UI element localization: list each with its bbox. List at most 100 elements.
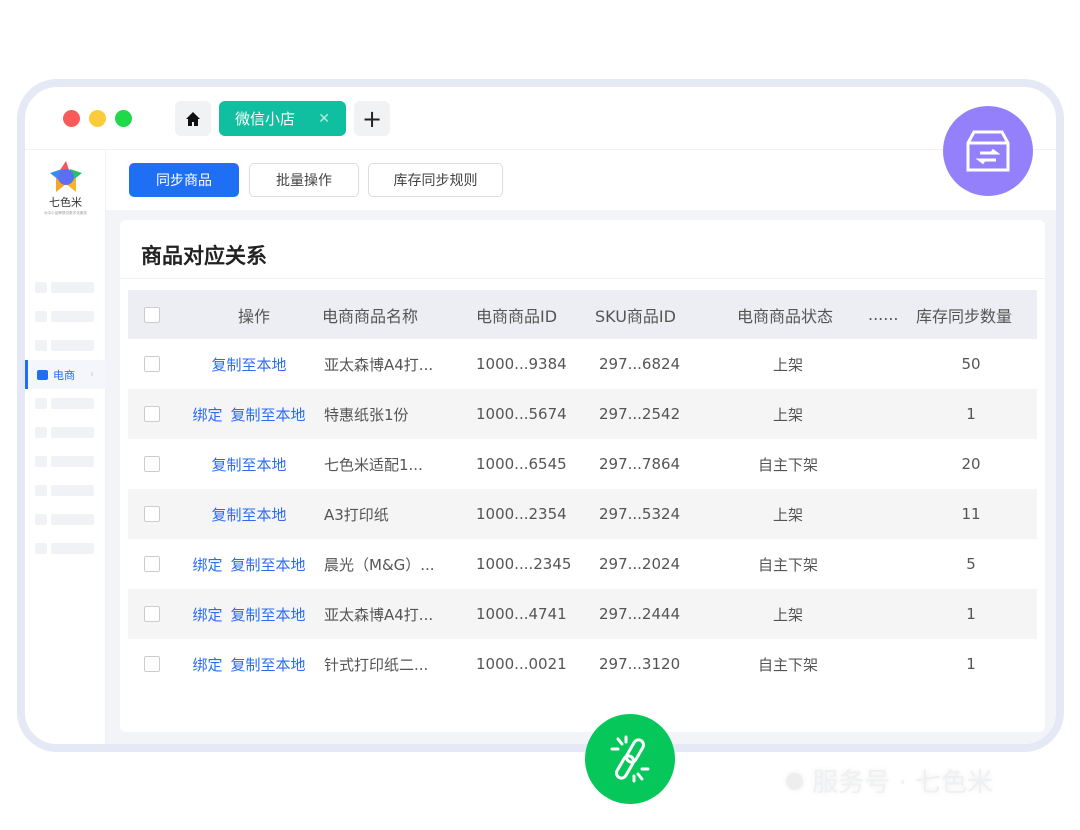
brand-name: 七色米: [49, 196, 82, 209]
product-name: 七色米适配1...: [324, 455, 423, 474]
inventory-sync-rules-button[interactable]: 库存同步规则: [368, 163, 503, 197]
wechat-icon: ●: [785, 768, 805, 793]
product-id: 1000...5674: [476, 405, 567, 423]
copy-to-local-link[interactable]: 复制至本地: [211, 504, 286, 525]
header-name: 电商商品名称: [322, 306, 419, 326]
box-swap-icon: [966, 130, 1010, 172]
minimize-window-button[interactable]: [89, 110, 106, 127]
row-actions: 绑定 复制至本地: [128, 389, 318, 439]
product-id: 1000...6545: [476, 455, 567, 473]
chevron-right-icon: ›: [90, 369, 94, 380]
sync-quantity: 1: [966, 655, 976, 673]
copy-to-local-link[interactable]: 复制至本地: [231, 654, 306, 675]
product-status: 上架: [772, 405, 803, 424]
copy-to-local-link[interactable]: 复制至本地: [231, 554, 306, 575]
watermark-text: 服务号 · 七色米: [812, 768, 993, 798]
product-id: 1000...9384: [476, 355, 567, 373]
link-badge: [585, 714, 675, 804]
title-bar: 微信小店 ✕ +: [25, 87, 1056, 150]
header-status: 电商商品状态: [737, 306, 834, 326]
sku-id: 297...2024: [599, 555, 681, 573]
product-table: 操作 电商商品名称 电商商品ID SKU商品ID 电商商品状态 ...... 库…: [128, 290, 1037, 689]
header-more: ......: [868, 305, 899, 324]
sku-id: 297...2542: [599, 405, 681, 423]
product-status: 自主下架: [757, 555, 818, 574]
brand-tagline: 为中小品牌提供数字化服务: [43, 210, 88, 215]
product-name: 特惠纸张1份: [324, 405, 409, 424]
header-sku: SKU商品ID: [595, 306, 676, 326]
table-row: 复制至本地 A3打印纸 1000...2354 297...5324 上架 11: [128, 489, 1037, 539]
bind-link[interactable]: 绑定: [192, 654, 222, 675]
sync-products-button[interactable]: 同步商品: [129, 163, 239, 197]
bind-link[interactable]: 绑定: [192, 554, 222, 575]
table-row: 绑定 复制至本地 针式打印纸二... 1000...0021 297...312…: [128, 639, 1037, 689]
copy-to-local-link[interactable]: 复制至本地: [211, 454, 286, 475]
product-name: 晨光（M&G）...: [324, 555, 435, 574]
app-window: 微信小店 ✕ + 七色米 为中小品牌提供数字化服务 电商 › 同步商品 批量操作…: [17, 79, 1064, 752]
page-title: 商品对应关系: [141, 244, 267, 268]
sync-quantity: 1: [966, 405, 976, 423]
home-icon: [186, 111, 200, 126]
sku-id: 297...2444: [599, 605, 681, 623]
content-area: 商品对应关系 操作 电商商品名称 电商商品ID SKU商品ID 电商商品状态 .…: [106, 210, 1056, 744]
bind-link[interactable]: 绑定: [192, 404, 222, 425]
logo-icon: [49, 161, 82, 192]
sku-id: 297...6824: [599, 355, 681, 373]
table-row: 绑定 复制至本地 亚太森博A4打... 1000...4741 297...24…: [128, 589, 1037, 639]
product-status: 自主下架: [757, 455, 818, 474]
row-actions: 绑定 复制至本地: [128, 589, 318, 639]
close-tab-icon[interactable]: ✕: [318, 111, 330, 127]
home-button[interactable]: [175, 101, 211, 136]
product-name: A3打印纸: [324, 505, 389, 524]
sidebar-item-ecommerce[interactable]: 电商 ›: [25, 360, 106, 389]
sync-quantity: 50: [961, 355, 981, 373]
product-id: 1000...0021: [476, 655, 567, 673]
watermark: ● 服务号 · 七色米: [785, 762, 993, 799]
product-name: 针式打印纸二...: [324, 655, 429, 674]
product-status: 上架: [772, 355, 803, 374]
sku-id: 297...3120: [599, 655, 681, 673]
inventory-sync-badge: [943, 106, 1033, 196]
row-actions: 复制至本地: [128, 439, 318, 489]
sync-quantity: 20: [961, 455, 981, 473]
batch-operation-button[interactable]: 批量操作: [249, 163, 359, 197]
table-header: 操作 电商商品名称 电商商品ID SKU商品ID 电商商品状态 ...... 库…: [128, 290, 1037, 339]
sku-id: 297...7864: [599, 455, 681, 473]
product-id: 1000...4741: [476, 605, 567, 623]
maximize-window-button[interactable]: [115, 110, 132, 127]
header-id: 电商商品ID: [476, 306, 558, 326]
product-name: 亚太森博A4打...: [324, 355, 434, 374]
table-row: 绑定 复制至本地 特惠纸张1份 1000...5674 297...2542 上…: [128, 389, 1037, 439]
brand-logo: 七色米 为中小品牌提供数字化服务: [25, 160, 106, 216]
divider: [120, 278, 1045, 279]
sync-quantity: 11: [961, 505, 981, 523]
shopping-bag-icon: [37, 369, 48, 380]
row-actions: 复制至本地: [128, 339, 318, 389]
toolbar: 同步商品 批量操作 库存同步规则: [106, 150, 1056, 210]
header-qty: 库存同步数量: [916, 306, 1013, 326]
row-actions: 绑定 复制至本地: [128, 539, 318, 589]
sync-quantity: 1: [966, 605, 976, 623]
new-tab-button[interactable]: +: [354, 101, 390, 136]
row-actions: 复制至本地: [128, 489, 318, 539]
sidebar-item-label: 电商: [53, 368, 75, 382]
tab-wechat-shop[interactable]: 微信小店 ✕: [219, 101, 346, 136]
product-id: 1000...2354: [476, 505, 567, 523]
product-mapping-card: 商品对应关系 操作 电商商品名称 电商商品ID SKU商品ID 电商商品状态 .…: [120, 220, 1045, 732]
product-name: 亚太森博A4打...: [324, 605, 434, 624]
sidebar: 七色米 为中小品牌提供数字化服务 电商 ›: [25, 150, 106, 744]
product-status: 自主下架: [757, 655, 818, 674]
copy-to-local-link[interactable]: 复制至本地: [231, 604, 306, 625]
copy-to-local-link[interactable]: 复制至本地: [231, 404, 306, 425]
close-window-button[interactable]: [63, 110, 80, 127]
header-actions: 操作: [238, 306, 271, 326]
product-status: 上架: [772, 505, 803, 524]
table-row: 复制至本地 亚太森博A4打... 1000...9384 297...6824 …: [128, 339, 1037, 389]
bind-link[interactable]: 绑定: [192, 604, 222, 625]
sync-quantity: 5: [966, 555, 976, 573]
row-actions: 绑定 复制至本地: [128, 639, 318, 689]
sku-id: 297...5324: [599, 505, 681, 523]
copy-to-local-link[interactable]: 复制至本地: [211, 354, 286, 375]
select-all-checkbox[interactable]: [144, 306, 160, 323]
table-row: 绑定 复制至本地 晨光（M&G）... 1000....2345 297...2…: [128, 539, 1037, 589]
